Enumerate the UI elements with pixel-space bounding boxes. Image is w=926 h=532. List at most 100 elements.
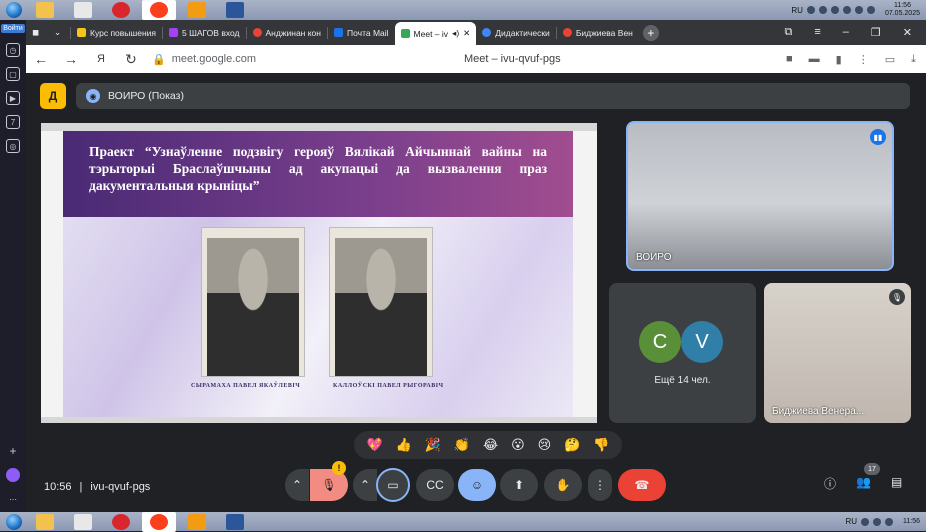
taskbar-calculator[interactable]	[66, 0, 100, 20]
camera-permission-icon[interactable]: ■	[786, 53, 793, 66]
taskbar-word[interactable]	[218, 0, 252, 20]
taskbar-calculator[interactable]	[66, 512, 100, 532]
history-icon[interactable]: ◷	[6, 43, 20, 57]
tab-course[interactable]: Курс повышения	[71, 22, 162, 43]
reaction-heart[interactable]: 💖	[366, 437, 382, 453]
yandex-icon[interactable]: Я	[86, 53, 116, 65]
alice-icon[interactable]	[6, 468, 20, 482]
presenter-label: ВОИРО (Показ)	[108, 90, 184, 102]
tab-meet[interactable]: Meet – iv◂)✕	[395, 22, 477, 45]
restore-icon[interactable]: ❐	[871, 26, 881, 39]
more-icon[interactable]: ⋯	[6, 492, 20, 506]
reaction-thumbs-up[interactable]: 👍	[396, 437, 412, 453]
tray-clock[interactable]: 11:56 07.05.2025	[885, 2, 920, 18]
url-field[interactable]: 🔒 meet.google.com	[152, 53, 260, 66]
sound-icon[interactable]: ◼	[26, 22, 48, 43]
participant-avatar: C	[639, 321, 681, 363]
whiteboard-app-button[interactable]: Д	[40, 83, 66, 109]
reaction-sad[interactable]: 😢	[538, 437, 552, 453]
collections-icon[interactable]: ▢	[6, 67, 20, 81]
call-controls: 10:56 | ivu-qvuf-pgs ⌃ 🎙 ! ⌃ ▭ CC ☺ ⬆ ✋ …	[26, 465, 926, 509]
tab-mail[interactable]: Почта Mail	[328, 22, 395, 43]
captions-icon: CC	[426, 478, 443, 492]
reaction-thumbs-down[interactable]: 👎	[593, 437, 609, 453]
network-icon[interactable]	[885, 518, 893, 526]
emoji-reactions-button[interactable]: ☺	[458, 469, 496, 501]
tray-icon[interactable]	[819, 6, 827, 14]
language-indicator[interactable]: RU	[791, 6, 803, 15]
tray-icon[interactable]	[861, 518, 869, 526]
forward-icon[interactable]: →	[56, 51, 86, 67]
download-icon[interactable]: ⤓	[911, 53, 916, 66]
participant-tile-bidzhieva[interactable]: 🎙 Биджиева Венера...	[764, 283, 911, 423]
windows-orb-icon	[6, 514, 22, 530]
reload-icon[interactable]: ↻	[116, 51, 146, 68]
tray-clock[interactable]: 11:56	[903, 518, 920, 526]
tab-andzhinan[interactable]: Анджинан кон	[247, 22, 327, 43]
more-options-button[interactable]: ⋮	[588, 469, 612, 501]
shared-screen[interactable]: Праект “Узнаўленне подзвігу герояў Вялік…	[41, 123, 597, 423]
reaction-party[interactable]: 🎉	[425, 437, 441, 453]
tray-icon[interactable]	[873, 518, 881, 526]
camera-options-button[interactable]: ⌃	[353, 469, 377, 501]
menu-icon[interactable]: ≡	[814, 26, 820, 39]
play-icon[interactable]: ▶	[6, 91, 20, 105]
close-window-icon[interactable]: ✕	[903, 26, 912, 39]
back-icon[interactable]: ←	[26, 51, 56, 67]
more-participants-tile[interactable]: C V Ещё 14 чел.	[609, 283, 756, 423]
tab-list-chevron-icon[interactable]: ⌄	[48, 22, 70, 43]
powerpoint-titlebar	[41, 123, 597, 131]
tab-5-steps[interactable]: 5 ШАГОВ вход	[163, 22, 246, 43]
screenshot-icon[interactable]: ◎	[6, 139, 20, 153]
reaction-thinking[interactable]: 🤔	[564, 437, 580, 453]
network-icon[interactable]	[855, 6, 863, 14]
tab-close-icon[interactable]: ✕	[463, 28, 470, 39]
bookmark-icon[interactable]: ▮	[836, 53, 842, 66]
language-indicator[interactable]: RU	[845, 517, 857, 526]
taskbar-yandex[interactable]	[142, 0, 176, 20]
info-icon[interactable]: ⓘ	[824, 475, 836, 492]
login-button[interactable]: Войти	[1, 24, 25, 33]
new-tab-button[interactable]: +	[643, 25, 659, 41]
present-button[interactable]: ⬆	[500, 469, 538, 501]
participant-tile-voiro[interactable]: ▮▮ ВОИРО	[626, 121, 894, 271]
tab-bidzhieva[interactable]: Биджиева Вен	[557, 22, 639, 43]
taskbar-opera[interactable]	[104, 0, 138, 20]
notes-icon[interactable]: 7	[6, 115, 20, 129]
taskbar-yandex[interactable]	[142, 512, 176, 532]
add-icon[interactable]: +	[6, 444, 20, 458]
system-tray: RU 11:56	[845, 517, 926, 526]
people-icon[interactable]: 👥	[856, 475, 871, 492]
caption-right: КАЛЛОЎСКІ ПАВЕЛ РЫГОРАВІЧ	[333, 383, 443, 389]
taskbar-explorer[interactable]	[28, 512, 62, 532]
taskbar-media[interactable]	[180, 512, 214, 532]
tray-icon[interactable]	[843, 6, 851, 14]
mic-options-button[interactable]: ⌃	[285, 469, 309, 501]
camera-toggle-button[interactable]: ▭	[376, 468, 410, 502]
raise-hand-button[interactable]: ✋	[544, 469, 582, 501]
tab-didactic[interactable]: Дидактически	[476, 22, 556, 43]
taskbar-explorer[interactable]	[28, 0, 62, 20]
taskbar-media[interactable]	[180, 0, 214, 20]
leave-call-button[interactable]: ☎	[618, 469, 666, 501]
tab-favicon-icon	[169, 28, 178, 37]
reaction-clap[interactable]: 👏	[454, 437, 470, 453]
chat-icon[interactable]: ▬	[809, 53, 820, 66]
minimize-icon[interactable]: –	[843, 26, 849, 39]
tray-icon[interactable]	[807, 6, 815, 14]
start-button[interactable]	[0, 0, 28, 20]
reaction-laugh[interactable]: 😂	[483, 437, 498, 453]
tray-icon[interactable]	[831, 6, 839, 14]
chat-icon[interactable]: ▤	[891, 475, 902, 492]
captions-button[interactable]: CC	[416, 469, 454, 501]
tab-favicon-icon	[334, 28, 343, 37]
more-vert-icon[interactable]: ⋮	[858, 53, 869, 66]
extensions-icon[interactable]: ▭	[885, 53, 895, 66]
tab-search-icon[interactable]: ⧉	[785, 26, 793, 39]
taskbar-opera[interactable]	[104, 512, 138, 532]
taskbar-word[interactable]	[218, 512, 252, 532]
start-button[interactable]	[0, 512, 28, 532]
volume-icon[interactable]	[867, 6, 875, 14]
tab-audio-icon[interactable]: ◂)	[452, 28, 459, 39]
reaction-surprised[interactable]: 😮	[511, 437, 525, 453]
